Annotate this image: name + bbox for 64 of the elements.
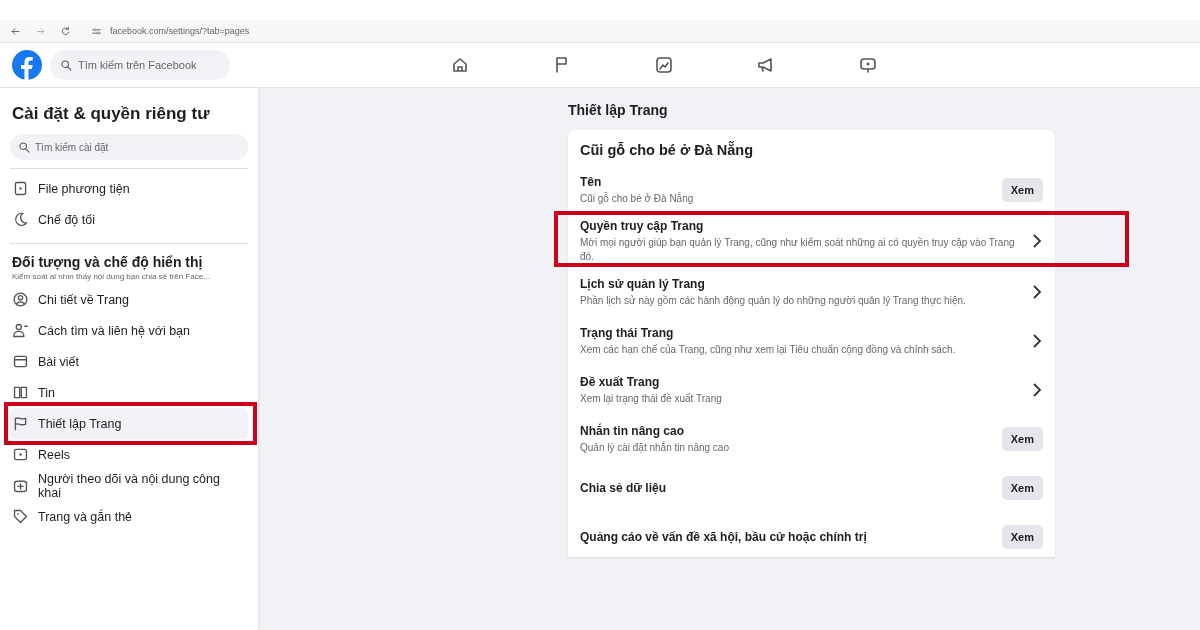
sidebar-item[interactable]: File phương tiện — [10, 173, 248, 204]
flag-icon — [12, 415, 29, 432]
moon-icon — [12, 211, 29, 228]
setting-row[interactable]: Đề xuất Trang Xem lại trạng thái đề xuất Trang — [580, 370, 1043, 410]
sidebar-item[interactable]: Chi tiết về Trang — [10, 284, 248, 315]
view-button[interactable]: Xem — [1001, 476, 1043, 500]
setting-description: Cũi gỗ cho bé ở Đà Nẵng — [580, 191, 695, 206]
setting-description: Phần lịch sử này gồm các hành động quản lý do những người quản lý Trang thực hiện. — [580, 293, 967, 308]
setting-title: Nhắn tin nâng cao — [580, 423, 685, 438]
chevron-right-icon[interactable] — [1031, 333, 1043, 349]
settings-search-field[interactable]: Tìm kiếm cài đặt — [10, 134, 248, 160]
setting-row[interactable]: Chia sẻ dữ liệu Xem — [580, 468, 1043, 508]
site-settings-icon — [91, 25, 102, 37]
setting-row[interactable]: Quảng cáo về vấn đề xã hội, bầu cử hoặc chính trị Xem — [580, 517, 1043, 557]
chevron-right-icon[interactable] — [1031, 233, 1043, 249]
setting-description: Xem lại trạng thái đề xuất Trang — [580, 391, 723, 406]
url-text[interactable]: facebook.com/settings/?tab=pages — [110, 26, 250, 36]
back-icon — [10, 25, 21, 37]
setting-title: Tên — [580, 174, 603, 189]
setting-description: Xem các hạn chế của Trang, cũng như xem lại Tiêu chuẩn cộng đồng và chính sách. — [580, 342, 957, 357]
sidebar-item[interactable]: Trang và gắn thẻ — [10, 501, 248, 532]
chevron-right-icon[interactable] — [1031, 382, 1043, 398]
chevron-right-icon[interactable] — [1031, 284, 1043, 300]
settings-title: Cài đặt & quyền riêng tư — [12, 104, 211, 124]
setting-title: Quyền truy cập Trang — [580, 219, 705, 233]
setting-title: Lịch sử quản lý Trang — [580, 276, 706, 291]
card-title: Cũi gỗ cho bé ở Đà Nẵng — [580, 142, 755, 158]
post-icon — [12, 353, 29, 370]
reels-icon — [12, 446, 29, 463]
view-button[interactable]: Xem — [1001, 525, 1043, 549]
sidebar-item[interactable]: Người theo dõi và nội dung công khai — [10, 470, 248, 501]
person-add-icon — [12, 322, 29, 339]
setting-title: Chia sẻ dữ liệu — [580, 481, 668, 495]
setting-description: Quản lý cài đặt nhắn tin nâng cao — [580, 440, 730, 455]
tag-icon — [12, 508, 29, 525]
sidebar-item[interactable]: Bài viết — [10, 346, 248, 377]
forward-icon — [35, 25, 46, 37]
setting-row[interactable]: Trạng thái Trang Xem các hạn chế của Trang, cũng như xem lại Tiêu chuẩn cộng đồng và chính sách. — [580, 321, 1043, 361]
setting-row[interactable]: Tên Cũi gỗ cho bé ở Đà Nẵng Xem — [580, 170, 1043, 210]
setting-row[interactable]: Nhắn tin nâng cao Quản lý cài đặt nhắn tin nâng cao Xem — [580, 419, 1043, 459]
book-icon — [12, 384, 29, 401]
view-button[interactable]: Xem — [1001, 178, 1043, 202]
setting-row[interactable]: Lịch sử quản lý Trang Phần lịch sử này gồm các hành động quản lý do những người quản lý Trang thực hiện. — [580, 272, 1043, 312]
page-title: Thiết lập Trang — [568, 102, 669, 118]
sidebar-item[interactable]: Chế độ tối — [10, 204, 248, 235]
setting-title: Đề xuất Trang — [580, 374, 661, 389]
section-title: Đối tượng và chế độ hiển thị — [12, 254, 204, 270]
reload-icon — [60, 25, 71, 37]
media-file-icon — [12, 180, 29, 197]
setting-title: Quảng cáo về vấn đề xã hội, bầu cử hoặc chính trị — [580, 530, 868, 544]
setting-description: Mời mọi người giúp bạn quản lý Trang, cũng như kiểm soát những ai có quyền truy cập vào Trang đó. — [580, 236, 1016, 263]
sidebar-item[interactable]: Cách tìm và liên hệ với bạn — [10, 315, 248, 346]
facebook-logo[interactable] — [12, 50, 42, 80]
sidebar-item[interactable]: Thiết lập Trang — [10, 408, 248, 439]
home-icon — [450, 55, 470, 75]
sidebar-item[interactable]: Tin — [10, 377, 248, 408]
section-subtitle: Kiểm soát ai nhìn thấy nội dung bạn chia sẻ trên Face... — [12, 272, 211, 281]
profile-circle-icon — [12, 291, 29, 308]
setting-title: Trạng thái Trang — [580, 325, 675, 340]
dashboard-icon — [654, 55, 674, 75]
sidebar-item[interactable]: Reels — [10, 439, 248, 470]
view-button[interactable]: Xem — [1001, 427, 1043, 451]
video-icon — [858, 55, 878, 75]
facebook-search-field[interactable]: Tìm kiếm trên Facebook — [50, 50, 230, 80]
